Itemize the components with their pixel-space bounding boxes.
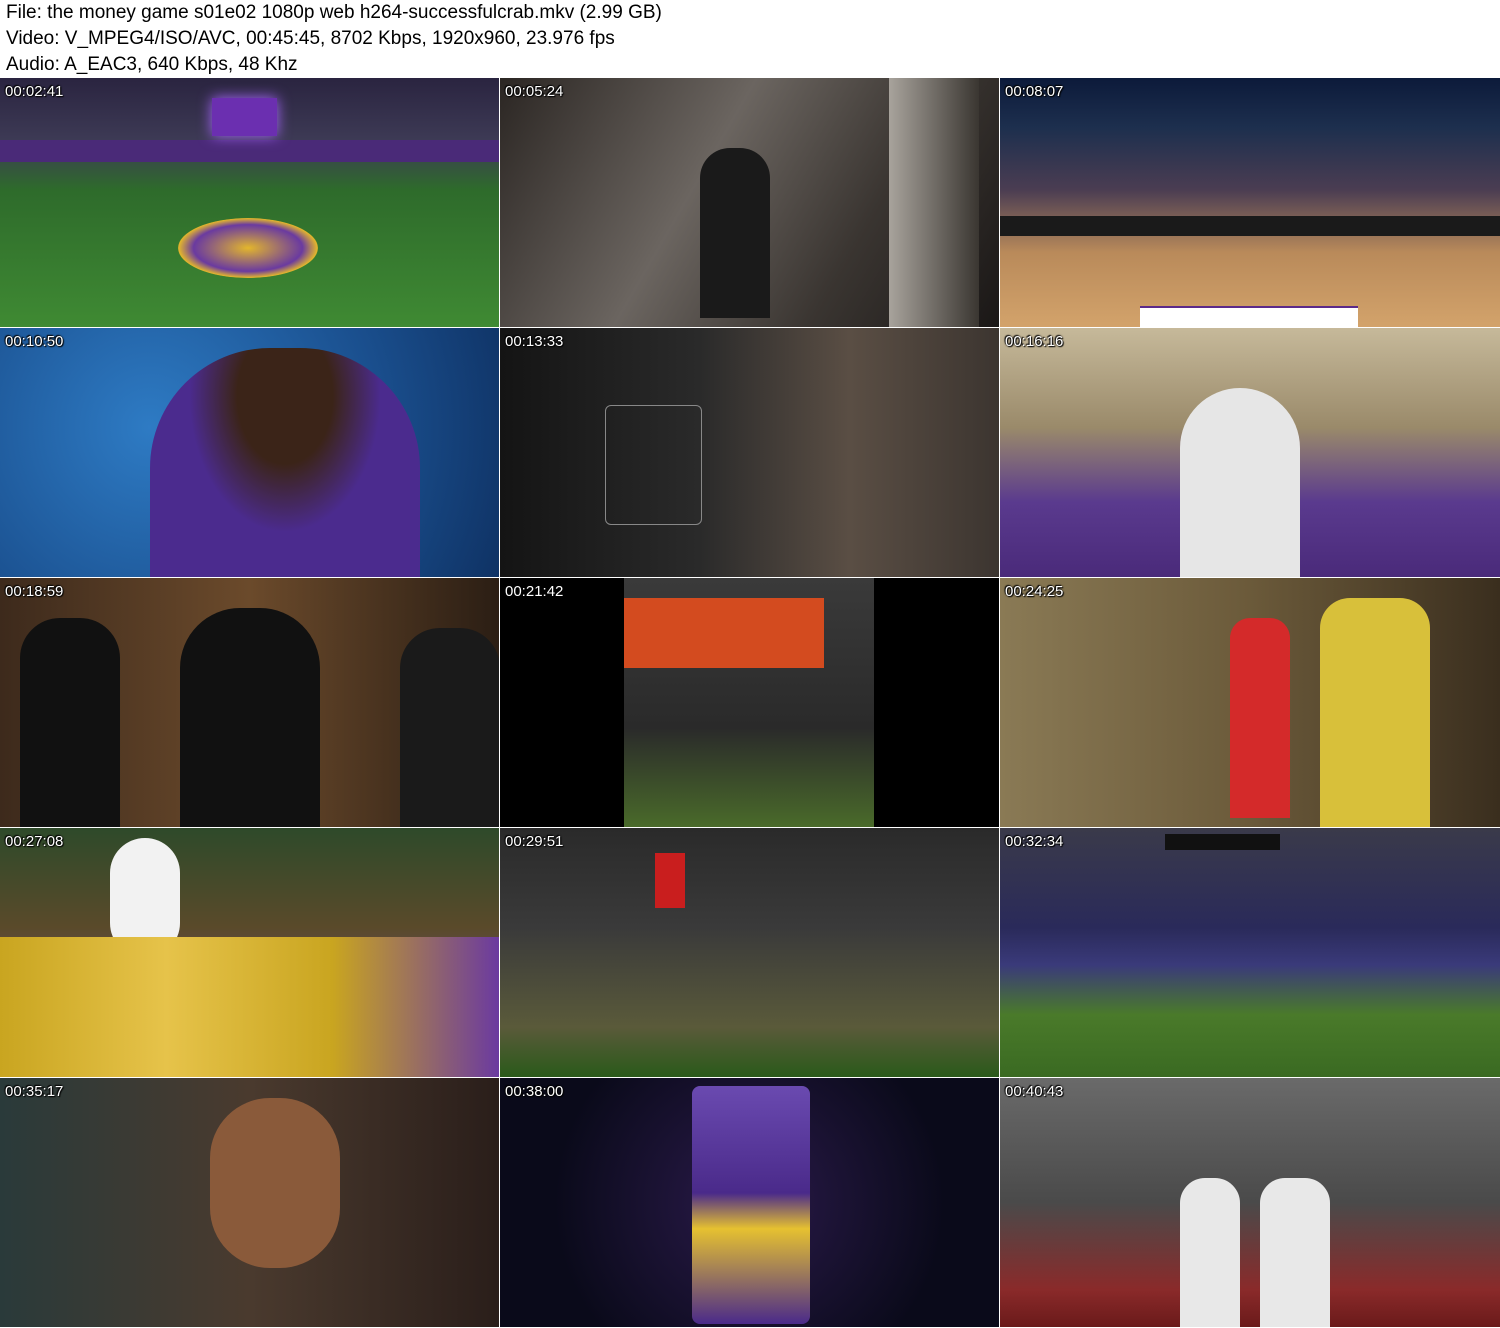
thumbnail-frame: 00:08:07 [1000,78,1500,328]
thumbnail-grid: 00:02:41 00:05:24 00:08:07 00:10:50 00:1… [0,78,1500,1328]
timestamp-label: 00:08:07 [1005,83,1064,100]
thumbnail-frame: 00:38:00 [500,1078,1000,1328]
basketball-game-scene [1000,78,1500,327]
thumbnail-frame: 00:13:33 [500,328,1000,578]
media-info-header: File: the money game s01e02 1080p web h2… [0,0,1500,78]
crowd-scene [0,1078,499,1327]
lawnmower-scene [500,578,999,827]
timestamp-label: 00:10:50 [5,333,64,350]
sideline-scene [500,828,999,1077]
football-practice-scene [0,78,499,327]
thumbnail-frame: 00:05:24 [500,78,1000,328]
timestamp-label: 00:24:25 [1005,583,1064,600]
thumbnail-frame: 00:16:16 [1000,328,1500,578]
thumbnail-frame: 00:10:50 [0,328,500,578]
timestamp-label: 00:35:17 [5,1083,64,1100]
timestamp-label: 00:29:51 [505,833,564,850]
timestamp-label: 00:18:59 [5,583,64,600]
framed-photo-scene [500,78,999,327]
thumbnail-frame: 00:18:59 [0,578,500,828]
file-info-line: File: the money game s01e02 1080p web h2… [6,2,662,23]
thumbnail-frame: 00:21:42 [500,578,1000,828]
timestamp-label: 00:32:34 [1005,833,1064,850]
marching-band-scene [0,828,499,1077]
timestamp-label: 00:38:00 [505,1083,564,1100]
party-scene [0,578,499,827]
thumbnail-frame: 00:27:08 [0,828,500,1078]
timestamp-label: 00:13:33 [505,333,564,350]
timestamp-label: 00:40:43 [1005,1083,1064,1100]
phone-screen-scene [500,1078,999,1327]
video-info-line: Video: V_MPEG4/ISO/AVC, 00:45:45, 8702 K… [6,28,615,49]
timestamp-label: 00:02:41 [5,83,64,100]
timestamp-label: 00:16:16 [1005,333,1064,350]
thumbnail-frame: 00:32:34 [1000,828,1500,1078]
phone-user-scene [500,328,999,577]
thumbnail-frame: 00:02:41 [0,78,500,328]
studio-interview-scene [0,328,499,577]
gym-interview-scene [1000,328,1500,577]
timestamp-label: 00:27:08 [5,833,64,850]
thumbnail-frame: 00:35:17 [0,1078,500,1328]
stadium-game-scene [1000,828,1500,1077]
tunnel-walk-scene [1000,1078,1500,1327]
thumbnail-frame: 00:24:25 [1000,578,1500,828]
practice-field-scene [1000,578,1500,827]
timestamp-label: 00:05:24 [505,83,564,100]
thumbnail-frame: 00:29:51 [500,828,1000,1078]
audio-info-line: Audio: A_EAC3, 640 Kbps, 48 Khz [6,54,298,75]
thumbnail-frame: 00:40:43 [1000,1078,1500,1328]
timestamp-label: 00:21:42 [505,583,564,600]
